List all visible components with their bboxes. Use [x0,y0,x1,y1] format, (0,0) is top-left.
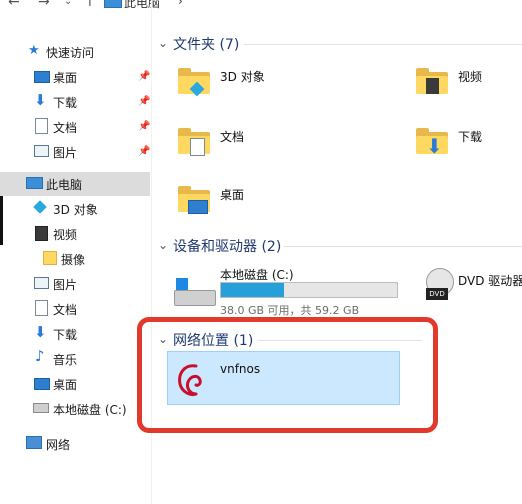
dvd-badge: DVD [426,288,448,300]
film-icon [35,226,48,241]
download-arrow-icon: ⬇ [34,91,47,109]
document-icon [35,118,48,134]
sidebar-item-local-disk[interactable]: 本地磁盘 (C:) [0,397,150,421]
folder-label: 3D 对象 [220,70,265,84]
forward-icon[interactable]: → [38,0,50,10]
breadcrumb-separator[interactable]: › [178,0,183,8]
picture-icon [34,277,49,289]
group-header-folders[interactable]: ⌄ 文件夹 (7) [158,34,522,54]
sidebar-item-camera[interactable]: 摄像 [0,247,150,271]
sidebar-item-quick-access[interactable]: ★ 快速访问 [0,40,150,64]
desktop-icon [34,71,50,83]
address-bar: ← → ⌄ ↑ 此电脑 › [0,0,522,12]
download-arrow-icon: ⬇ [34,323,47,341]
sidebar-item-pictures[interactable]: 图片 📌 [0,140,150,164]
sidebar-item-label: 桌面 [53,378,78,392]
sidebar-item-label: 音乐 [53,353,78,367]
sidebar-item-desktop[interactable]: 桌面 📌 [0,65,150,89]
music-note-icon: ♪ [35,347,45,365]
folder-icon [178,186,210,214]
pin-icon[interactable]: 📌 [138,146,150,157]
sidebar-item-label: 文档 [53,303,78,317]
drive-usage-fill [221,283,284,297]
group-divider [284,246,522,247]
chevron-down-icon[interactable]: ⌄ [158,36,168,50]
drive-item-dvd[interactable]: DVD DVD 驱动器 [420,262,522,316]
folder-label: 桌面 [220,188,245,202]
desktop-icon [34,378,50,390]
folder-item-videos[interactable]: 视频 [414,62,514,108]
star-icon: ★ [28,43,40,58]
folder-icon [43,251,57,265]
sidebar-item-label: 3D 对象 [53,203,98,217]
chevron-down-icon[interactable]: ⌄ [158,238,168,252]
sidebar-item-network[interactable]: 网络 [0,432,150,456]
sidebar-item-music[interactable]: ♪ 音乐 [0,347,150,371]
computer-icon [104,0,122,8]
folder-icon [416,68,448,94]
folder-icon: ⬇ [416,128,448,158]
computer-icon [26,177,43,189]
sidebar-item-this-pc[interactable]: 此电脑 [0,172,150,196]
sidebar-item-pictures-pc[interactable]: 图片 [0,272,150,296]
document-icon [35,300,48,316]
document-icon [190,138,205,156]
folder-label: 文档 [220,130,245,144]
group-title: 文件夹 (7) [173,37,240,53]
folder-label: 下载 [458,130,483,144]
sidebar-item-label: 图片 [53,278,78,292]
folder-icon [178,128,210,156]
sidebar-item-3d-objects[interactable]: 3D 对象 [0,197,150,221]
sidebar-item-documents-pc[interactable]: 文档 [0,297,150,321]
sidebar-item-label: 文档 [53,121,78,135]
drive-space-text: 38.0 GB 可用，共 59.2 GB [220,304,360,317]
group-title: 设备和驱动器 (2) [173,239,282,255]
cube-icon [33,200,47,214]
picture-icon [34,145,49,157]
folder-item-3d-objects[interactable]: 3D 对象 [176,62,376,108]
back-icon[interactable]: ← [8,0,20,10]
drive-usage-bar [220,282,398,298]
sidebar-item-label: 桌面 [53,71,78,85]
group-divider [244,44,522,45]
sidebar-item-label: 下载 [53,96,78,110]
sidebar-item-label: 摄像 [61,253,86,267]
highlight-annotation-box [137,317,438,433]
sidebar-item-desktop-pc[interactable]: 桌面 [0,372,150,396]
sidebar-item-label: 视频 [53,228,78,242]
breadcrumb-this-pc[interactable]: 此电脑 [124,0,160,11]
sidebar-item-label: 此电脑 [46,178,83,192]
folder-label: 视频 [458,70,483,84]
sidebar-item-label: 下载 [53,328,78,342]
sidebar-item-label: 网络 [46,438,71,452]
download-arrow-icon: ⬇ [426,134,443,158]
sidebar-item-documents[interactable]: 文档 📌 [0,115,150,139]
sidebar-item-downloads[interactable]: ⬇ 下载 📌 [0,90,150,114]
sidebar-item-label: 图片 [53,146,78,160]
drive-item-local-disk[interactable]: 本地磁盘 (C:) 38.0 GB 可用，共 59.2 GB [170,262,406,317]
drive-label: 本地磁盘 (C:) [220,268,294,282]
folder-icon [178,68,210,97]
folder-item-documents[interactable]: 文档 [176,122,376,168]
folder-item-desktop[interactable]: 桌面 [176,180,376,226]
drive-icon [174,278,216,306]
folder-item-downloads[interactable]: ⬇ 下载 [414,122,514,168]
recent-dropdown-icon[interactable]: ⌄ [64,0,72,7]
sidebar-item-label: 快速访问 [46,46,95,60]
pin-icon[interactable]: 📌 [138,121,150,132]
sidebar-item-label: 本地磁盘 (C:) [53,403,127,417]
drive-label: DVD 驱动器 [458,274,522,288]
sidebar-item-downloads-pc[interactable]: ⬇ 下载 [0,322,150,346]
up-icon[interactable]: ↑ [84,0,96,10]
network-icon [26,436,42,449]
sidebar-item-videos[interactable]: 视频 [0,222,150,246]
drive-icon [33,403,49,413]
film-icon [426,78,439,94]
desktop-icon [188,200,208,214]
windows-logo-icon [176,278,188,290]
group-header-devices[interactable]: ⌄ 设备和驱动器 (2) [158,236,522,256]
pin-icon[interactable]: 📌 [138,71,150,82]
pin-icon[interactable]: 📌 [138,96,150,107]
